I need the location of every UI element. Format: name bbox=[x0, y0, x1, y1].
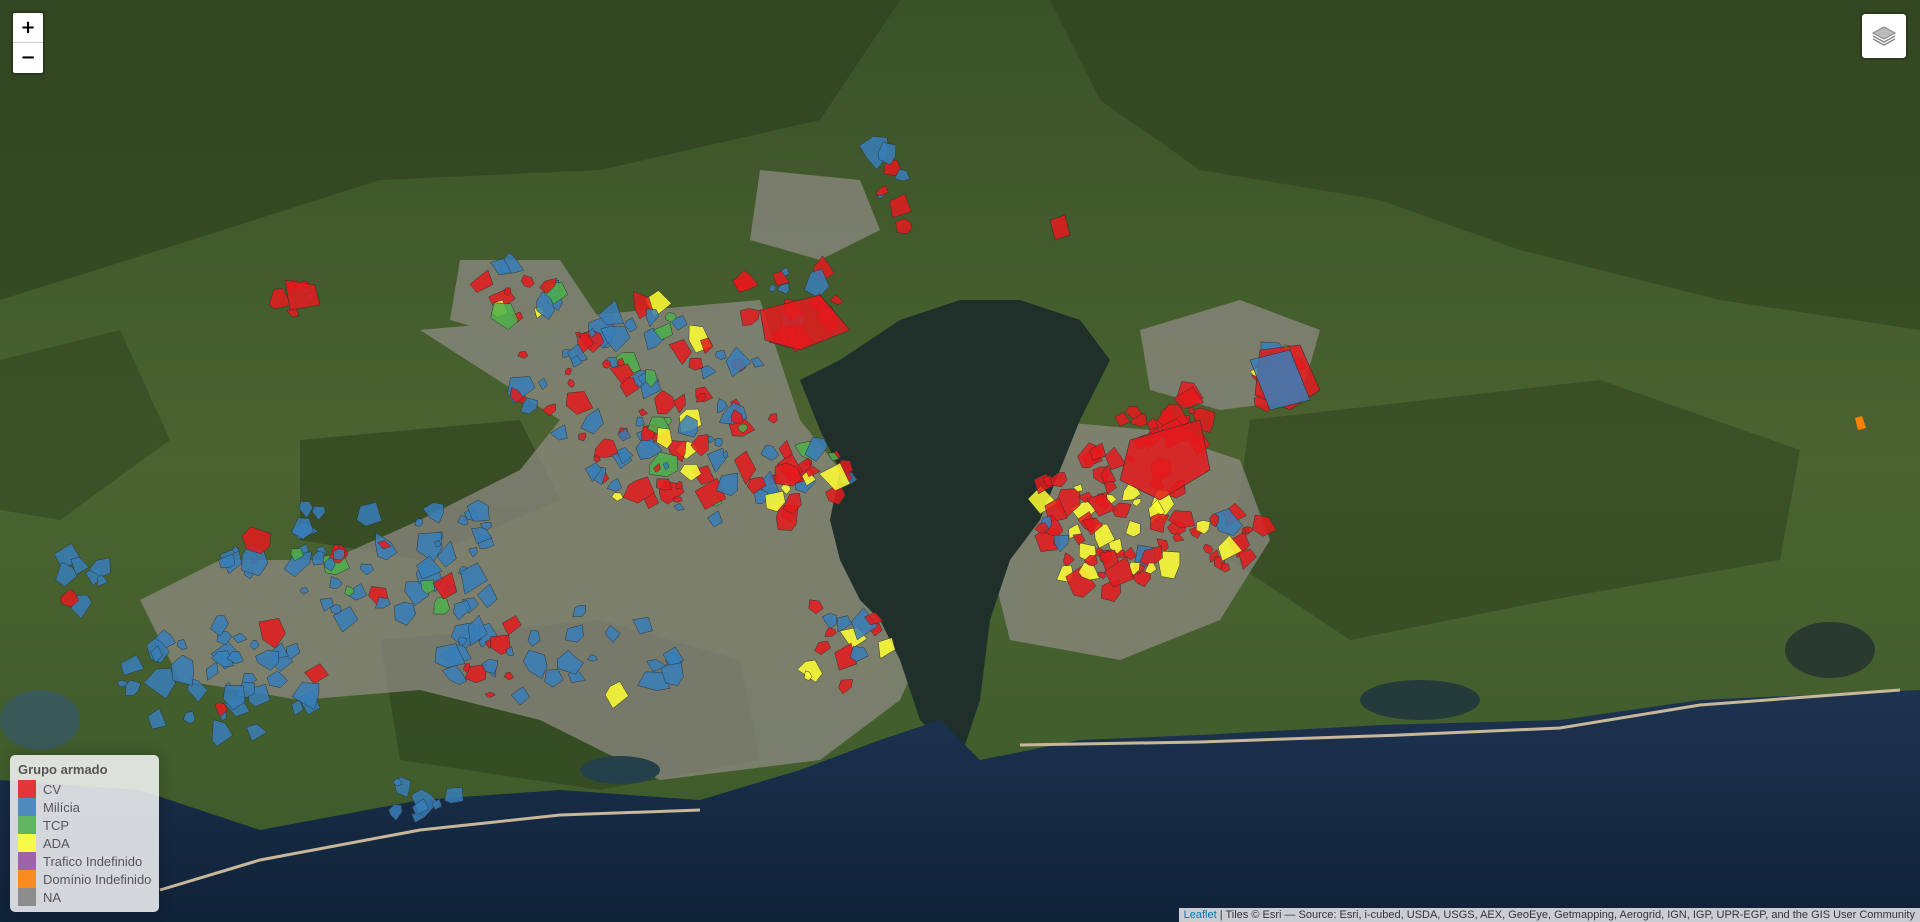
legend-swatch bbox=[18, 816, 36, 834]
legend-title: Grupo armado bbox=[18, 762, 108, 777]
lagoon bbox=[0, 690, 80, 750]
legend-label: ADA bbox=[43, 835, 70, 851]
layers-icon bbox=[1871, 26, 1897, 46]
attribution-text: | Tiles © Esri — Source: Esri, i-cubed, … bbox=[1216, 909, 1915, 921]
map-canvas[interactable] bbox=[0, 0, 1920, 922]
satellite-basemap bbox=[0, 0, 1920, 922]
legend-label: TCP bbox=[43, 817, 69, 833]
legend-label: Domínio Indefinido bbox=[43, 871, 152, 887]
zoom-out-button[interactable]: − bbox=[13, 43, 43, 73]
lagoon bbox=[1785, 622, 1875, 678]
legend-swatch bbox=[18, 834, 36, 852]
legend-swatch bbox=[18, 780, 36, 798]
legend-item: NA bbox=[18, 888, 151, 906]
zoom-in-button[interactable]: + bbox=[13, 13, 43, 43]
territory-polygon[interactable] bbox=[444, 786, 464, 804]
lagoon bbox=[1360, 680, 1480, 720]
legend-item: Domínio Indefinido bbox=[18, 870, 151, 888]
legend-swatch bbox=[18, 798, 36, 816]
legend-label: NA bbox=[43, 889, 62, 905]
legend-label: Milícia bbox=[43, 799, 80, 815]
legend-label: Trafico Indefinido bbox=[43, 853, 143, 869]
legend-item: Milícia bbox=[18, 798, 151, 816]
legend-swatch bbox=[18, 852, 36, 870]
legend-label: CV bbox=[43, 781, 62, 797]
layers-control-button[interactable] bbox=[1860, 12, 1908, 60]
legend-item: ADA bbox=[18, 834, 151, 852]
legend-item: Trafico Indefinido bbox=[18, 852, 151, 870]
map-legend: Grupo armado CV Milícia TCP ADA Trafico Inde… bbox=[10, 755, 160, 912]
zoom-control: + − bbox=[11, 11, 45, 75]
leaflet-link[interactable]: Leaflet bbox=[1184, 909, 1217, 921]
legend-item: TCP bbox=[18, 816, 151, 834]
lagoon bbox=[580, 756, 660, 784]
legend-swatch bbox=[18, 870, 36, 888]
legend-swatch bbox=[18, 888, 36, 906]
legend-item: CV bbox=[18, 780, 151, 798]
map-attribution: Leaflet | Tiles © Esri — Source: Esri, i… bbox=[1178, 908, 1920, 922]
